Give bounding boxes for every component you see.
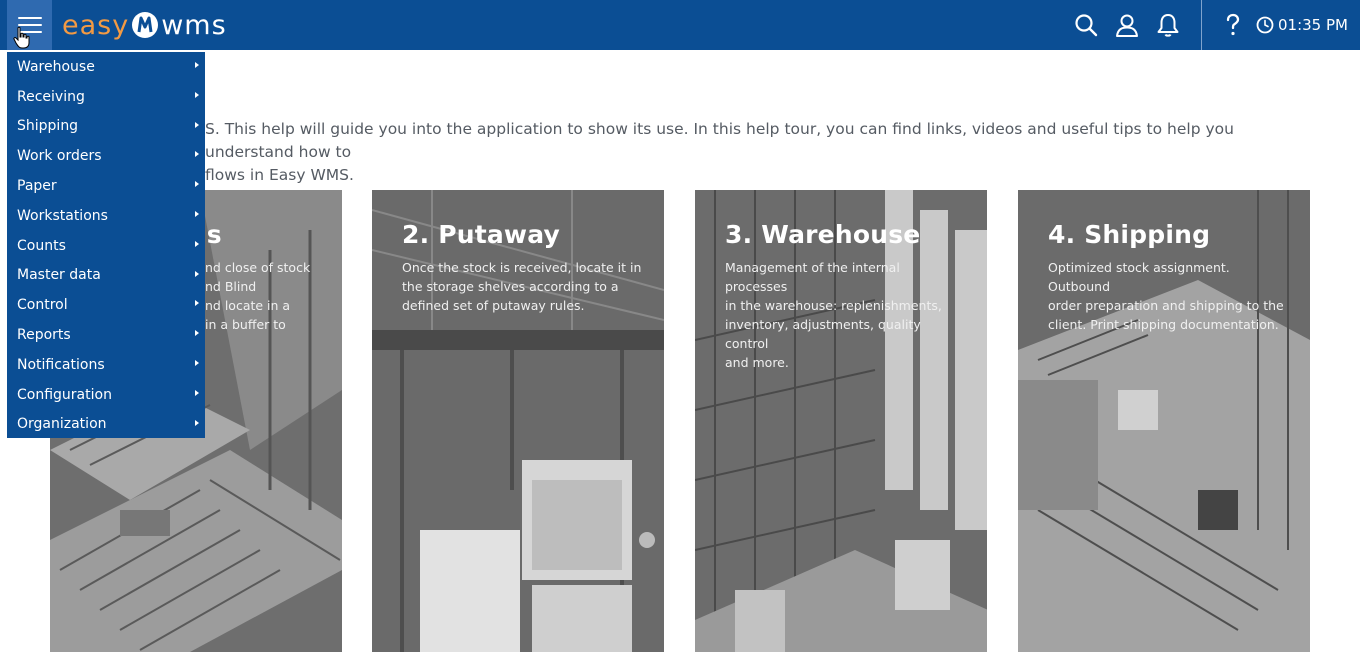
card-desc-line: Once the stock is received, locate it in — [402, 260, 642, 275]
menu-item-label: Reports — [17, 327, 71, 344]
menu-item-configuration[interactable]: Configuration — [7, 380, 205, 410]
chevron-right-icon — [195, 359, 199, 366]
chevron-right-icon — [195, 151, 199, 158]
menu-item-label: Workstations — [17, 207, 108, 224]
chevron-right-icon — [195, 240, 199, 247]
intro-line-1: S. This help will guide you into the app… — [205, 120, 1234, 161]
chevron-right-icon — [195, 91, 199, 98]
pointer-cursor-icon — [13, 26, 30, 49]
menu-item-label: Paper — [17, 178, 57, 195]
card-desc-line: nd Blind — [205, 279, 257, 294]
logo-easy-text: easy — [62, 9, 130, 41]
main-menu: Warehouse Receiving Shipping Work orders… — [7, 52, 205, 438]
card-description: Management of the internal processes in … — [725, 258, 965, 372]
chevron-right-icon — [195, 62, 199, 68]
menu-item-organization[interactable]: Organization — [7, 410, 205, 440]
menu-item-receiving[interactable]: Receiving — [7, 82, 205, 112]
menu-item-work-orders[interactable]: Work orders — [7, 141, 205, 171]
menu-item-control[interactable]: Control — [7, 290, 205, 320]
bell-icon[interactable] — [1155, 12, 1181, 38]
chevron-right-icon — [195, 121, 199, 128]
card-description: Once the stock is received, locate it in… — [402, 258, 642, 315]
card-title: 3. Warehouse — [725, 220, 921, 249]
user-icon[interactable] — [1114, 12, 1140, 38]
chevron-right-icon — [195, 210, 199, 217]
menu-item-label: Receiving — [17, 88, 85, 105]
card-desc-line: in a buffer to — [205, 317, 286, 332]
card-desc-line: Optimized stock assignment. Outbound — [1048, 260, 1230, 294]
menu-item-paper[interactable]: Paper — [7, 171, 205, 201]
menu-item-label: Counts — [17, 237, 66, 254]
menu-item-warehouse[interactable]: Warehouse — [7, 52, 205, 82]
card-desc-line: Management of the internal processes — [725, 260, 900, 294]
menu-item-label: Warehouse — [17, 58, 95, 75]
menu-item-label: Control — [17, 297, 68, 314]
menu-item-label: Master data — [17, 267, 101, 284]
chevron-right-icon — [195, 330, 199, 337]
card-description: Optimized stock assignment. Outbound ord… — [1048, 258, 1288, 334]
process-card-warehouse[interactable]: 3. Warehouse Management of the internal … — [695, 190, 987, 652]
process-card-putaway[interactable]: 2. Putaway Once the stock is received, l… — [372, 190, 664, 652]
process-card-shipping[interactable]: 4. Shipping Optimized stock assignment. … — [1018, 190, 1310, 652]
menu-item-counts[interactable]: Counts — [7, 231, 205, 261]
menu-item-label: Work orders — [17, 148, 102, 165]
intro-line-2: flows in Easy WMS. — [205, 166, 354, 184]
card-description: nd close of stock nd Blind nd locate in … — [205, 258, 335, 334]
menu-item-label: Notifications — [17, 356, 105, 373]
logo-mark-icon — [132, 12, 159, 38]
menu-item-master-data[interactable]: Master data — [7, 261, 205, 291]
card-desc-line: defined set of putaway rules. — [402, 298, 585, 313]
card-desc-line: and more. — [725, 355, 789, 370]
app-logo[interactable]: easy wms — [62, 8, 227, 42]
intro-text: S. This help will guide you into the app… — [205, 118, 1315, 187]
chevron-right-icon — [195, 389, 199, 396]
menu-item-label: Configuration — [17, 386, 112, 403]
chevron-right-icon — [195, 300, 199, 307]
menu-item-label: Organization — [17, 416, 107, 433]
card-desc-line: the storage shelves according to a — [402, 279, 619, 294]
card-title: 2. Putaway — [402, 220, 561, 249]
help-icon[interactable] — [1220, 12, 1246, 38]
chevron-right-icon — [195, 181, 199, 188]
logo-wms-text: wms — [161, 9, 227, 41]
card-desc-line: nd close of stock — [205, 260, 311, 275]
card-title: 4. Shipping — [1048, 220, 1211, 249]
clock-icon — [1256, 16, 1274, 34]
chevron-right-icon — [195, 419, 199, 426]
header-divider — [1201, 0, 1202, 50]
clock-time: 01:35 PM — [1278, 16, 1348, 34]
menu-item-workstations[interactable]: Workstations — [7, 201, 205, 231]
top-bar: easy wms 01:35 PM — [0, 0, 1360, 50]
menu-item-reports[interactable]: Reports — [7, 320, 205, 350]
card-desc-line: order preparation and shipping to the — [1048, 298, 1284, 313]
card-desc-line: client. Print shipping documentation. — [1048, 317, 1279, 332]
clock: 01:35 PM — [1256, 14, 1348, 36]
menu-item-shipping[interactable]: Shipping — [7, 112, 205, 142]
card-desc-line: in the warehouse: replenishments, — [725, 298, 942, 313]
menu-item-notifications[interactable]: Notifications — [7, 350, 205, 380]
chevron-right-icon — [195, 270, 199, 277]
search-icon[interactable] — [1073, 12, 1099, 38]
card-desc-line: nd locate in a — [205, 298, 291, 313]
card-desc-line: inventory, adjustments, quality control — [725, 317, 921, 351]
menu-item-label: Shipping — [17, 118, 79, 135]
